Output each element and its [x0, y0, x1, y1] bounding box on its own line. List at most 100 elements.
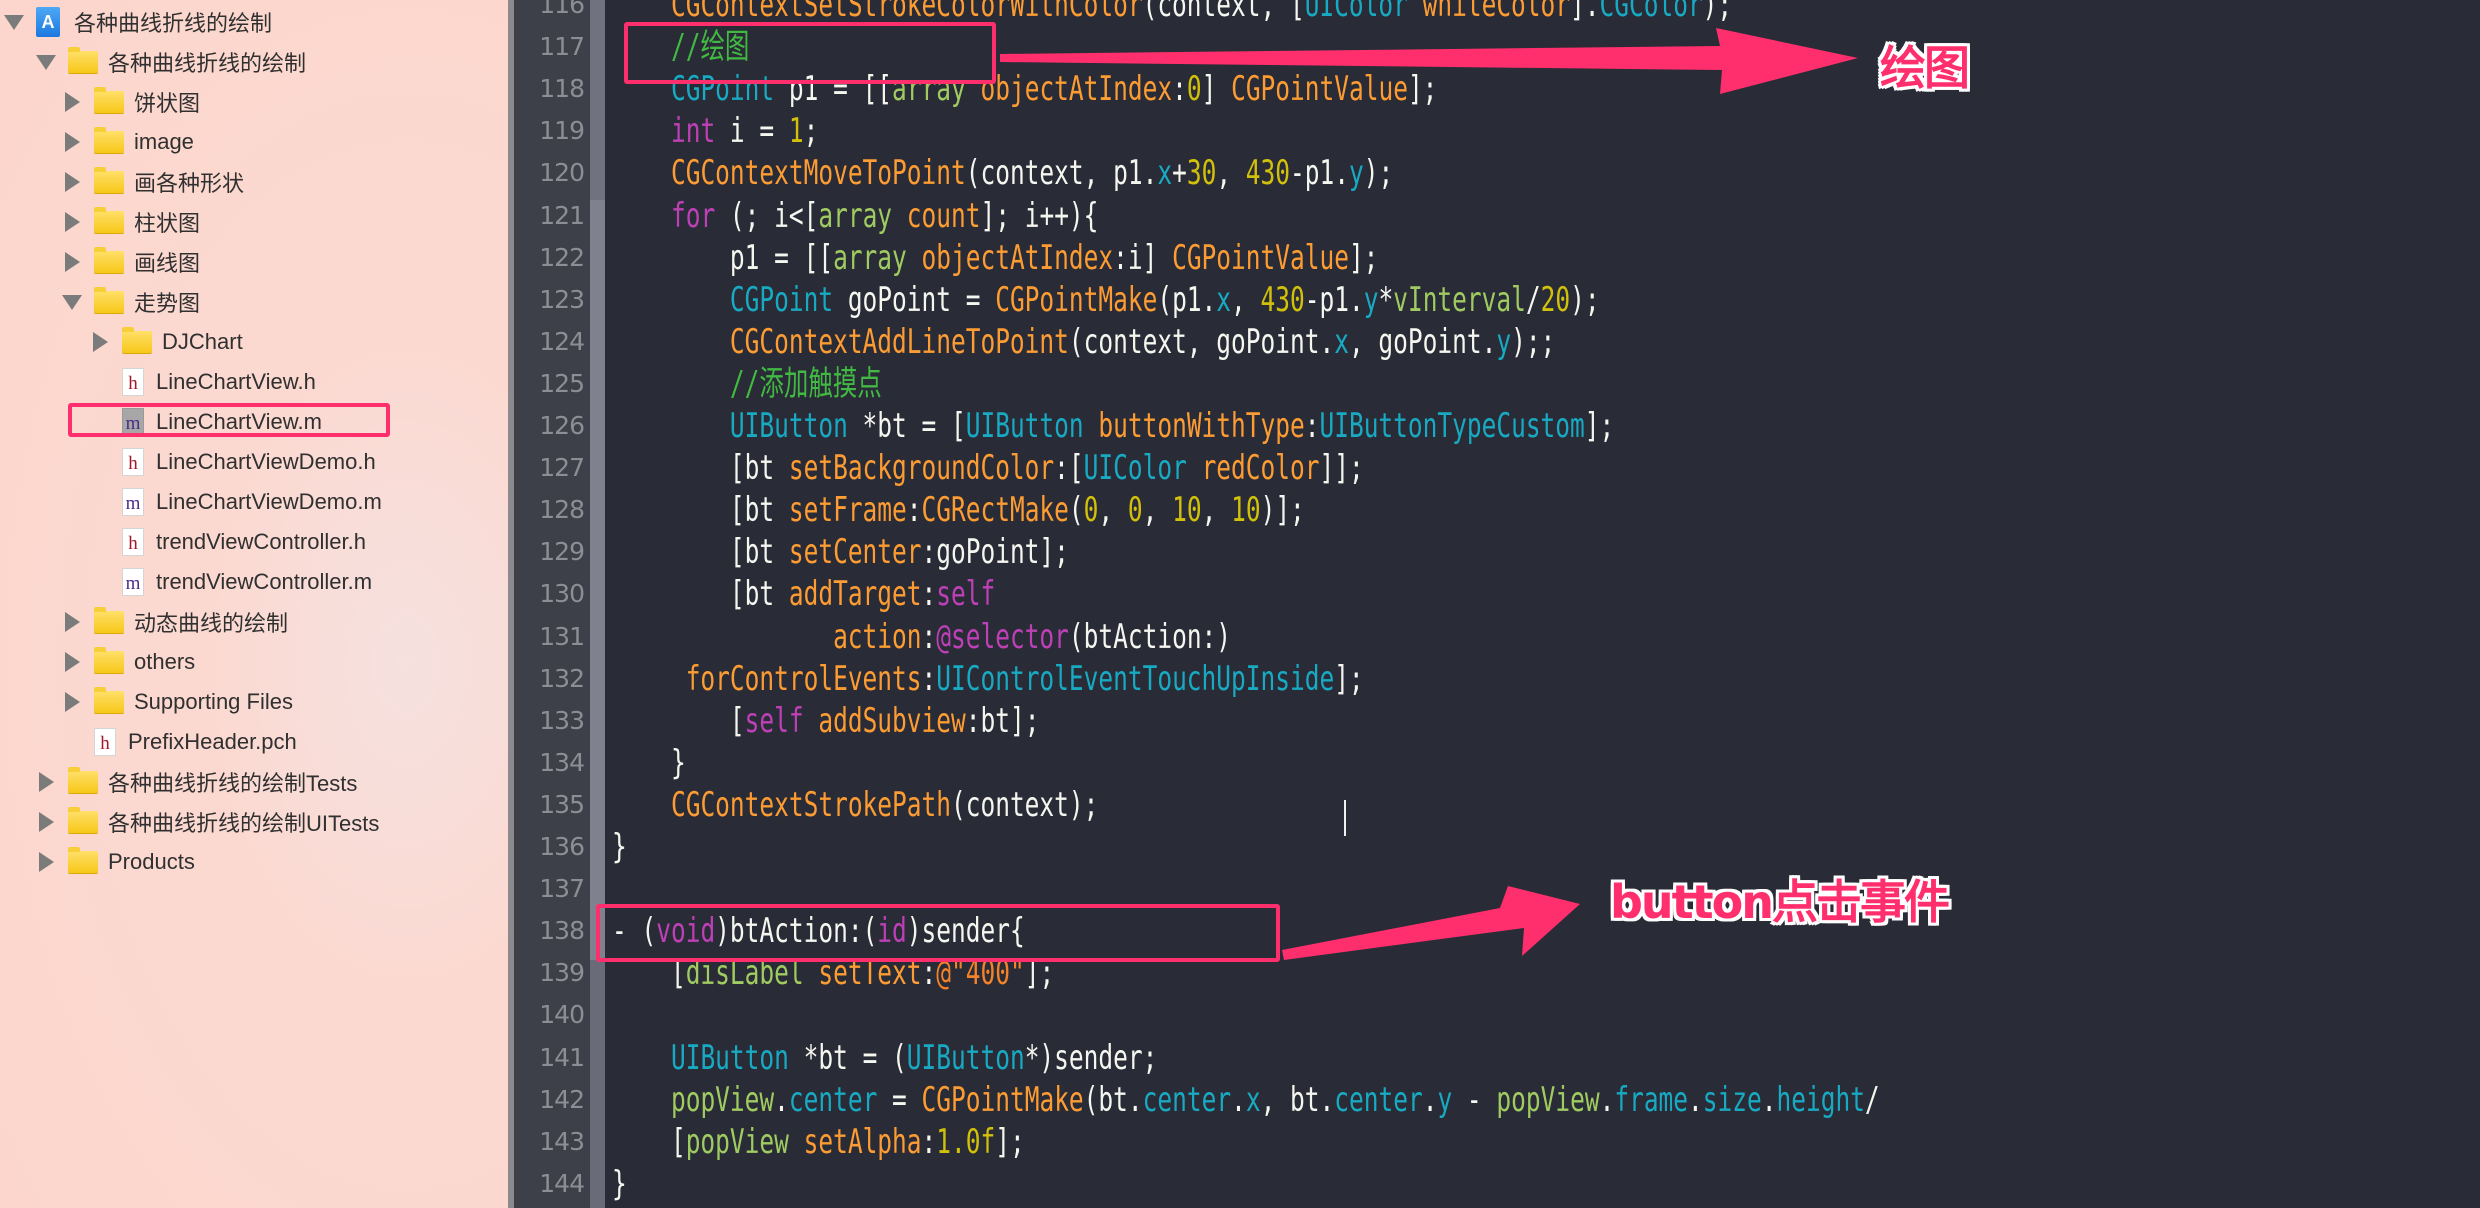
line-number[interactable]: 121 [514, 195, 585, 237]
line-number[interactable]: 120 [514, 152, 585, 194]
disclosure-triangle-closed-icon[interactable] [65, 692, 80, 712]
line-number[interactable]: 131 [514, 616, 585, 658]
line-number[interactable]: 116 [514, 0, 585, 26]
line-number[interactable]: 137 [514, 868, 585, 910]
code-folding-ribbon[interactable] [590, 0, 605, 1208]
line-number[interactable]: 124 [514, 321, 585, 363]
code-line[interactable]: for (; i<[array count]; i++){ [612, 195, 1098, 237]
line-number[interactable]: 119 [514, 110, 585, 152]
code-line[interactable]: } [612, 826, 627, 868]
line-number[interactable]: 139 [514, 952, 585, 994]
code-line[interactable]: p1 = [[array objectAtIndex:i] CGPointVal… [612, 237, 1379, 279]
code-line[interactable]: CGContextAddLineToPoint(context, goPoint… [612, 321, 1555, 363]
navigator-item-label: others [134, 649, 196, 674]
line-number[interactable]: 141 [514, 1037, 585, 1079]
code-token-plain: (btAction:) [1068, 616, 1232, 657]
navigator-group-row[interactable]: 画各种形状 [62, 162, 244, 202]
code-token-func: redColor [1201, 448, 1320, 489]
line-number[interactable]: 140 [514, 994, 585, 1036]
line-number[interactable]: 132 [514, 658, 585, 700]
disclosure-triangle-closed-icon[interactable] [65, 652, 80, 672]
line-number[interactable]: 129 [514, 531, 585, 573]
navigator-group-row[interactable]: DJChart [90, 322, 243, 362]
navigator-group-row[interactable]: A 各种曲线折线的绘制 [4, 2, 272, 42]
code-token-plain: ]]; [1319, 448, 1364, 489]
disclosure-triangle-open-icon[interactable] [62, 294, 82, 310]
line-number[interactable]: 138 [514, 910, 585, 952]
line-number[interactable]: 128 [514, 489, 585, 531]
navigator-group-row[interactable]: Products [36, 842, 195, 882]
code-line[interactable]: CGPoint goPoint = CGPointMake(p1.x, 430-… [612, 279, 1600, 321]
disclosure-triangle-closed-icon[interactable] [65, 172, 80, 192]
line-number[interactable]: 118 [514, 68, 585, 110]
code-line[interactable]: UIButton *bt = (UIButton*)sender; [612, 1037, 1157, 1079]
navigator-group-row[interactable]: 饼状图 [62, 82, 200, 122]
navigator-file-row[interactable]: m trendViewController.m [90, 562, 372, 602]
line-number[interactable]: 117 [514, 26, 585, 68]
code-line[interactable]: CGContextStrokePath(context); [612, 784, 1098, 826]
line-number[interactable]: 127 [514, 447, 585, 489]
line-number[interactable]: 133 [514, 700, 585, 742]
line-number[interactable]: 122 [514, 237, 585, 279]
disclosure-triangle-open-icon[interactable] [4, 14, 24, 30]
navigator-group-row[interactable]: 走势图 [62, 282, 200, 322]
disclosure-triangle-closed-icon[interactable] [39, 852, 54, 872]
code-line[interactable]: [popView setAlpha:1.0f]; [612, 1121, 1025, 1163]
fold-segment[interactable] [590, 0, 605, 200]
disclosure-triangle-closed-icon[interactable] [39, 772, 54, 792]
line-number[interactable]: 130 [514, 573, 585, 615]
navigator-group-row[interactable]: 各种曲线折线的绘制 [36, 42, 306, 82]
fold-segment[interactable] [590, 200, 605, 960]
navigator-group-row[interactable]: Supporting Files [62, 682, 293, 722]
code-line[interactable]: action:@selector(btAction:) [612, 616, 1231, 658]
disclosure-triangle-closed-icon[interactable] [65, 132, 80, 152]
navigator-file-row[interactable]: h LineChartViewDemo.h [90, 442, 376, 482]
line-number[interactable]: 126 [514, 405, 585, 447]
code-token-num: 0 [1186, 69, 1202, 110]
code-line[interactable]: forControlEvents:UIControlEventTouchUpIn… [612, 658, 1364, 700]
line-number[interactable]: 143 [514, 1121, 585, 1163]
disclosure-triangle-closed-icon[interactable] [65, 212, 80, 232]
line-number[interactable]: 135 [514, 784, 585, 826]
code-line[interactable]: } [612, 742, 686, 784]
code-line[interactable]: popView.center = CGPointMake(bt.center.x… [612, 1079, 1880, 1121]
code-line[interactable]: [bt setFrame:CGRectMake(0, 0, 10, 10)]; [612, 489, 1305, 531]
navigator-file-row[interactable]: h trendViewController.h [90, 522, 366, 562]
navigator-group-row[interactable]: 动态曲线的绘制 [62, 602, 288, 642]
code-token-plain: :goPoint]; [921, 532, 1069, 573]
navigator-group-row[interactable]: others [62, 642, 195, 682]
code-line[interactable]: CGContextMoveToPoint(context, p1.x+30, 4… [612, 152, 1393, 194]
code-line[interactable]: UIButton *bt = [UIButton buttonWithType:… [612, 405, 1614, 447]
code-line[interactable]: int i = 1; [612, 110, 818, 152]
disclosure-triangle-closed-icon[interactable] [65, 92, 80, 112]
line-number[interactable]: 136 [514, 826, 585, 868]
navigator-file-row[interactable]: h PrefixHeader.pch [62, 722, 297, 762]
line-number[interactable]: 125 [514, 363, 585, 405]
navigator-group-row[interactable]: 各种曲线折线的绘制Tests [36, 762, 357, 802]
code-line[interactable]: } [612, 1163, 627, 1205]
navigator-group-row[interactable]: 画线图 [62, 242, 200, 282]
line-number[interactable]: 123 [514, 279, 585, 321]
disclosure-triangle-open-icon[interactable] [36, 54, 56, 70]
fold-segment[interactable] [590, 960, 605, 1208]
navigator-file-row[interactable]: m LineChartViewDemo.m [90, 482, 382, 522]
disclosure-triangle-closed-icon[interactable] [39, 812, 54, 832]
navigator-group-row[interactable]: image [62, 122, 194, 162]
line-number[interactable]: 134 [514, 742, 585, 784]
code-line[interactable]: [self addSubview:bt]; [612, 700, 1040, 742]
navigator-group-row[interactable]: 各种曲线折线的绘制UITests [36, 802, 379, 842]
code-line[interactable]: [bt setBackgroundColor:[UIColor redColor… [612, 447, 1364, 489]
disclosure-triangle-closed-icon[interactable] [93, 332, 108, 352]
code-line[interactable]: [bt setCenter:goPoint]; [612, 531, 1069, 573]
line-number[interactable]: 142 [514, 1079, 585, 1121]
code-line[interactable]: [bt addTarget:self [612, 573, 995, 615]
disclosure-triangle-closed-icon[interactable] [65, 252, 80, 272]
navigator-file-row[interactable]: h LineChartView.h [90, 362, 316, 402]
code-line[interactable]: //添加触摸点 [612, 363, 882, 405]
code-token-plain: )]; [1260, 490, 1305, 531]
code-token-kw: for [670, 195, 716, 236]
navigator-group-row[interactable]: 柱状图 [62, 202, 200, 242]
line-number[interactable]: 144 [514, 1163, 585, 1205]
disclosure-triangle-closed-icon[interactable] [65, 612, 80, 632]
